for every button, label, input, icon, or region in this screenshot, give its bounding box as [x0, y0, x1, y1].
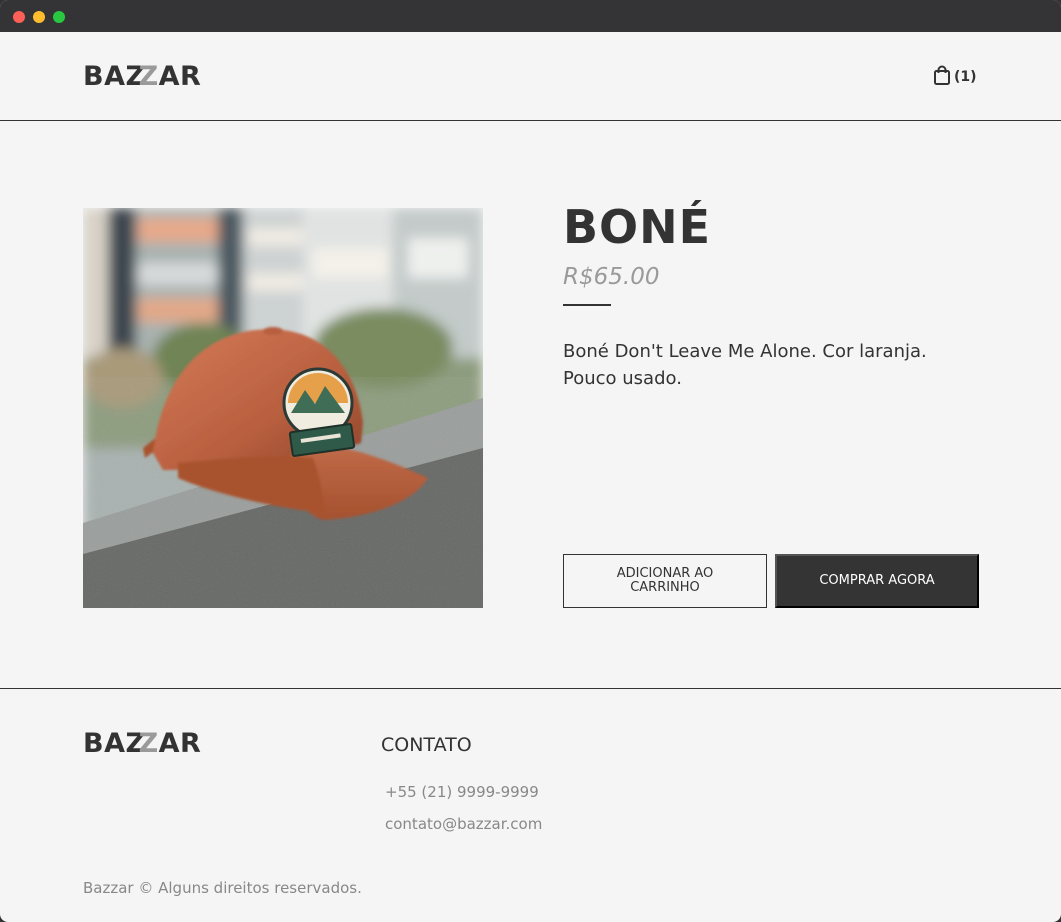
logo-text-part1: BAZ — [83, 61, 146, 92]
product-price: R$65.00 — [563, 264, 660, 290]
browser-window: BAZZAR (1) BONÉ R$65.00 Boné Don't Leave… — [0, 0, 1061, 922]
shopping-bag-icon — [933, 65, 951, 89]
add-to-cart-button[interactable]: ADICIONAR AO CARRINHO — [563, 554, 767, 608]
window-titlebar — [0, 0, 1061, 32]
footer-logo[interactable]: BAZZAR — [83, 730, 201, 757]
price-divider — [563, 304, 611, 306]
site-footer: BAZZAR CONTATO +55 (21) 9999-9999 contat… — [0, 688, 1061, 922]
product-description: Boné Don't Leave Me Alone. Cor laranja. … — [563, 341, 927, 389]
cart-button[interactable]: (1) — [933, 65, 977, 89]
logo-text-part3: AR — [158, 61, 202, 92]
cart-count: (1) — [954, 69, 977, 85]
maximize-window-button[interactable] — [53, 11, 65, 23]
logo-text-part2: Z — [138, 728, 159, 759]
close-window-button[interactable] — [13, 11, 25, 23]
product-image — [83, 208, 483, 608]
site-header: BAZZAR (1) — [0, 32, 1061, 121]
contact-heading: CONTATO — [381, 734, 472, 756]
contact-phone[interactable]: +55 (21) 9999-9999 — [385, 783, 539, 801]
logo-text-part2: Z — [138, 61, 159, 92]
product-title: BONÉ — [563, 200, 712, 254]
buy-now-button[interactable]: COMPRAR AGORA — [775, 554, 979, 608]
header-logo[interactable]: BAZZAR — [83, 63, 201, 90]
contact-email[interactable]: contato@bazzar.com — [385, 815, 542, 833]
logo-text-part3: AR — [158, 728, 202, 759]
logo-text-part1: BAZ — [83, 728, 146, 759]
minimize-window-button[interactable] — [33, 11, 45, 23]
copyright-text: Bazzar © Alguns direitos reservados. — [83, 879, 362, 897]
